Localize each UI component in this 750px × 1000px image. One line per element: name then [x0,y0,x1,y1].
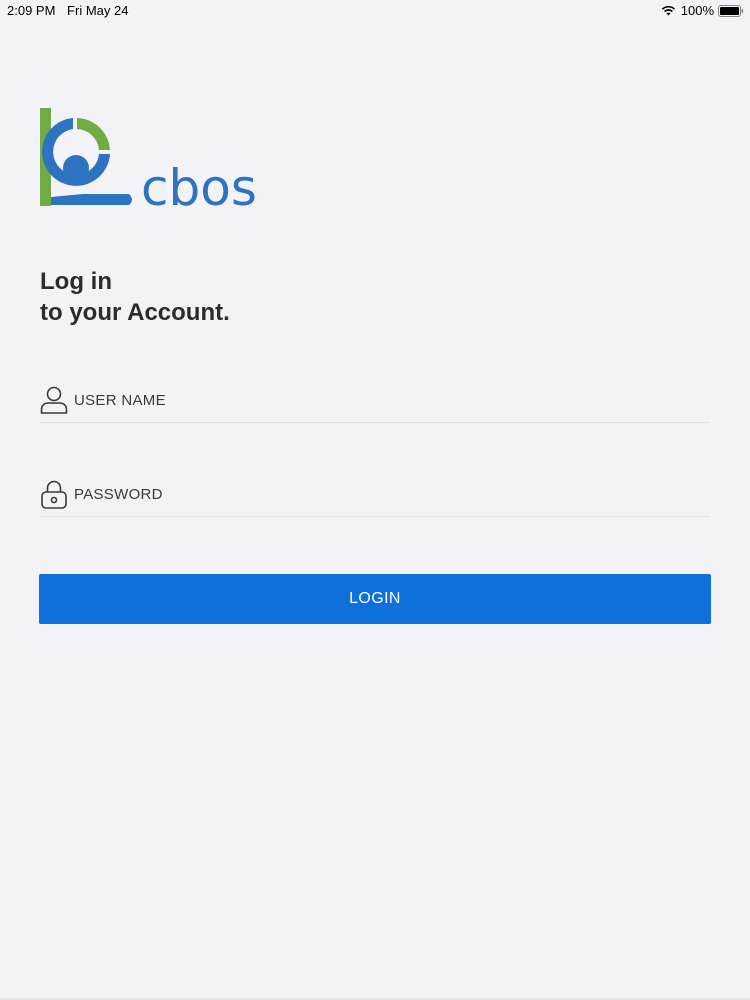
battery-icon [718,4,744,17]
status-bar: 2:09 PM Fri May 24 100% [0,0,750,20]
status-time: 2:09 PM [7,3,56,18]
user-icon [39,385,69,415]
status-date: Fri May 24 [67,3,129,18]
username-input[interactable] [74,391,694,409]
status-left: 2:09 PM Fri May 24 [7,3,128,18]
cbos-logo: cbos [40,108,257,214]
username-field [39,378,710,423]
title-line-2: to your Account. [40,299,230,326]
page-title: Log in to your Account. [40,266,230,328]
password-field [39,472,710,517]
wifi-icon [661,5,675,16]
logo-mark [40,108,132,206]
battery-percent: 100% [680,3,714,18]
title-line-1: Log in [40,268,112,295]
login-button[interactable]: LOGIN [39,574,711,624]
logo-text: cbos [141,159,257,214]
status-right: 100% [661,3,744,18]
password-input[interactable] [74,485,694,503]
lock-icon [39,479,69,509]
